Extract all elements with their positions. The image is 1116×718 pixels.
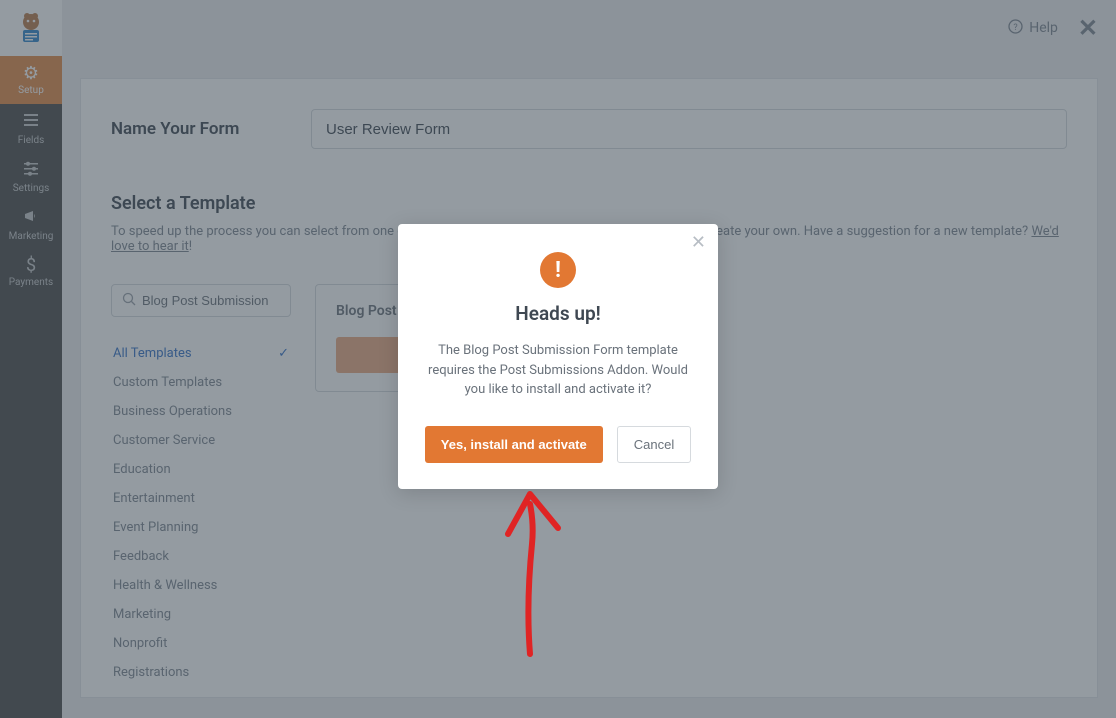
modal-title: Heads up! <box>422 302 694 325</box>
modal-close-icon[interactable]: ✕ <box>691 234 706 252</box>
modal-buttons: Yes, install and activate Cancel <box>422 426 694 463</box>
modal-overlay: ✕ ! Heads up! The Blog Post Submission F… <box>0 0 1116 718</box>
confirm-modal: ✕ ! Heads up! The Blog Post Submission F… <box>398 224 718 489</box>
modal-confirm-button[interactable]: Yes, install and activate <box>425 426 603 463</box>
modal-cancel-button[interactable]: Cancel <box>617 426 691 463</box>
modal-body: The Blog Post Submission Form template r… <box>422 341 694 400</box>
alert-icon: ! <box>540 252 576 288</box>
